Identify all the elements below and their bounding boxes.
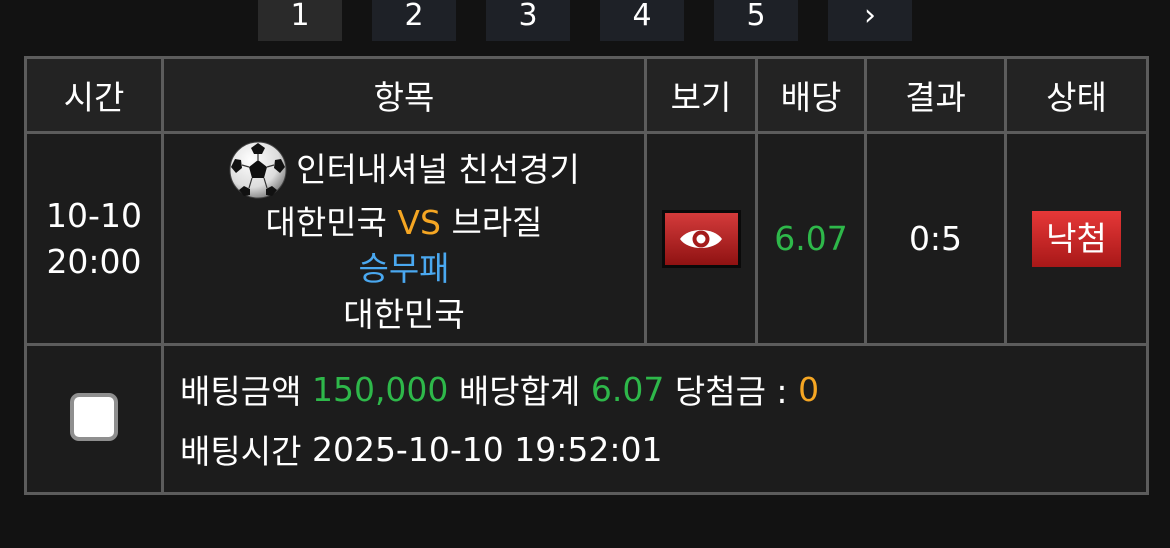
summary-cell: 배팅금액 150,000 배당합계 6.07 당첨금 : 0 배팅시간 2025… <box>161 343 1149 495</box>
status-badge: 낙첨 <box>1032 210 1121 267</box>
winnings-label: 당첨금 : <box>674 372 788 411</box>
odds-value: 6.07 <box>755 131 867 346</box>
select-checkbox[interactable] <box>70 393 118 441</box>
winnings-value: 0 <box>798 369 820 409</box>
bet-time-value: 2025-10-10 19:52:01 <box>311 429 663 469</box>
away-team: 브라질 <box>451 202 543 242</box>
page-button-1[interactable]: 1 <box>258 0 342 41</box>
league-line: 인터내셔널 친선경기 <box>164 140 644 200</box>
page-button-3[interactable]: 3 <box>486 0 570 41</box>
bet-time-label: 배팅시간 <box>180 432 302 471</box>
header-time: 시간 <box>24 56 164 134</box>
home-team: 대한민국 <box>265 202 387 242</box>
page-button-4[interactable]: 4 <box>600 0 684 41</box>
view-button[interactable] <box>661 209 741 268</box>
total-odds-label: 배당합계 <box>458 372 581 411</box>
bet-amount-label: 배팅금액 <box>180 372 302 411</box>
match-time: 20:00 <box>46 241 142 281</box>
header-view: 보기 <box>644 56 758 134</box>
select-cell <box>24 343 164 495</box>
bet-amount-value: 150,000 <box>311 369 449 409</box>
page-button-2[interactable]: 2 <box>372 0 456 41</box>
total-odds-value: 6.07 <box>590 369 665 409</box>
pagination: 1 2 3 4 5 › <box>258 0 912 41</box>
bet-pick: 대한민국 <box>343 294 465 334</box>
page-button-5[interactable]: 5 <box>714 0 798 41</box>
summary-amount-line: 배팅금액 150,000 배당합계 6.07 당첨금 : 0 <box>180 359 1146 419</box>
summary-time-line: 배팅시간 2025-10-10 19:52:01 <box>180 419 1146 479</box>
vs-label: VS <box>397 202 441 242</box>
match-teams: 대한민국 VS 브라질 <box>164 200 644 246</box>
result-value: 0:5 <box>864 131 1007 346</box>
time-cell: 10-10 20:00 <box>24 131 164 346</box>
header-result: 결과 <box>864 56 1007 134</box>
table-header-row: 시간 항목 보기 배당 결과 상태 <box>24 56 1149 134</box>
table-row: 10-10 20:00 인터내셔널 친선경기 대한민국 VS 브라질 승무패 대… <box>24 131 1149 346</box>
bet-history-table: 시간 항목 보기 배당 결과 상태 10-10 20:00 인터내셔널 친선경기… <box>24 56 1149 495</box>
league-name: 인터내셔널 친선경기 <box>296 149 580 189</box>
item-cell: 인터내셔널 친선경기 대한민국 VS 브라질 승무패 대한민국 <box>161 131 647 346</box>
soccer-ball-icon <box>229 141 287 198</box>
view-cell <box>644 131 758 346</box>
header-odds: 배당 <box>755 56 867 134</box>
summary-row: 배팅금액 150,000 배당합계 6.07 당첨금 : 0 배팅시간 2025… <box>24 343 1149 495</box>
match-date: 10-10 <box>46 195 142 235</box>
bet-type: 승무패 <box>358 248 450 288</box>
header-item: 항목 <box>161 56 647 134</box>
status-cell: 낙첨 <box>1004 131 1149 346</box>
eye-icon <box>680 229 722 248</box>
header-status: 상태 <box>1004 56 1149 134</box>
page-next-button[interactable]: › <box>828 0 912 41</box>
